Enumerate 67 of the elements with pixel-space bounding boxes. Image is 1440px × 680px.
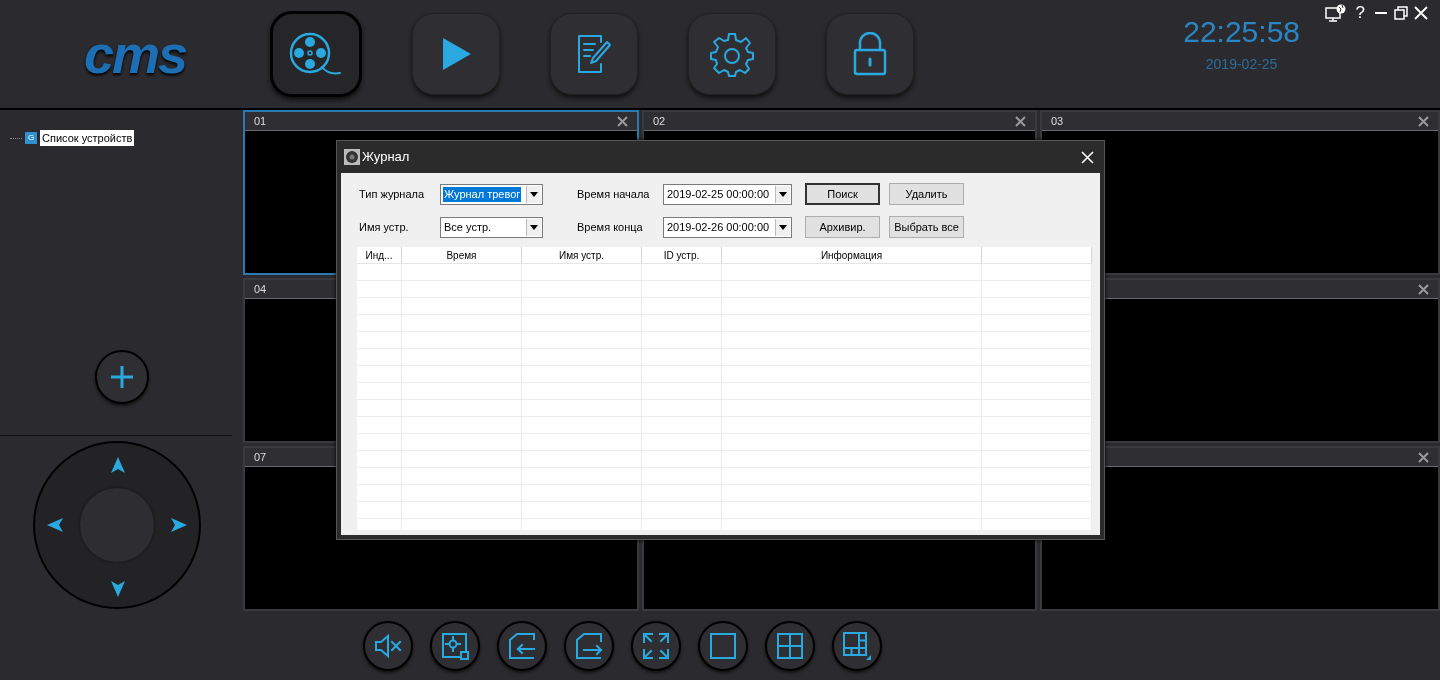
down-arrow-icon[interactable] <box>110 580 125 597</box>
multi-view-icon <box>842 630 872 661</box>
column-header[interactable]: ID устр. <box>642 247 722 263</box>
dialog-button[interactable]: Выбрать все <box>889 216 964 238</box>
dialog-button[interactable]: Поиск <box>805 183 880 205</box>
cell-number: 03 <box>1051 113 1064 129</box>
logo: cms <box>83 27 187 81</box>
nav-button[interactable] <box>688 13 776 95</box>
dropdown[interactable]: 2019-02-26 00:00:00 <box>663 216 792 238</box>
video-cell[interactable] <box>1040 446 1440 611</box>
plus-icon <box>109 365 134 389</box>
left-arrow-icon[interactable] <box>46 517 63 532</box>
column-header[interactable]: Инд... <box>357 247 402 263</box>
toolbar-button[interactable] <box>430 620 480 671</box>
toolbar-button[interactable] <box>631 620 681 671</box>
dialog-button[interactable]: Архивир. <box>805 216 880 238</box>
toolbar-button[interactable] <box>698 620 748 671</box>
up-arrow-icon[interactable] <box>110 456 125 473</box>
column-header[interactable]: Имя устр. <box>522 247 642 263</box>
clock-date: 2019-02-25 <box>1205 54 1278 74</box>
tree-item[interactable]: Список устройств <box>40 130 135 146</box>
cell-number: 07 <box>254 449 267 465</box>
add-button[interactable] <box>94 350 149 404</box>
column-header[interactable]: Информация <box>722 247 982 263</box>
nav-button[interactable] <box>270 11 362 97</box>
toolbar-button[interactable] <box>497 620 547 671</box>
single-view-icon <box>708 630 738 661</box>
fullscreen-icon <box>641 630 671 661</box>
group-badge-icon: G <box>25 132 37 144</box>
toolbar-button[interactable] <box>564 620 614 671</box>
column-header[interactable]: Время <box>402 247 522 263</box>
dialog-button[interactable]: Удалить <box>889 183 964 205</box>
restore-icon[interactable] <box>1394 6 1408 20</box>
field-label: Тип журнала <box>358 186 426 202</box>
cell-number: 02 <box>653 113 666 129</box>
film-reel-icon <box>288 31 344 77</box>
nav-button[interactable] <box>412 13 500 95</box>
dialog-title: Журнал <box>362 148 410 167</box>
dropdown[interactable]: 2019-02-25 00:00:00 <box>663 183 792 205</box>
field-label: Имя устр. <box>358 219 410 235</box>
right-arrow-icon[interactable] <box>170 517 187 532</box>
document-pencil-icon <box>577 34 611 74</box>
dropdown[interactable]: Все устр. <box>440 216 543 238</box>
toolbar-button[interactable] <box>363 620 413 671</box>
dialog-app-icon <box>344 149 360 165</box>
field-label: Время конца <box>576 219 644 235</box>
nav-button[interactable] <box>550 13 638 95</box>
cell-number: 01 <box>254 113 267 129</box>
toolbar-button[interactable] <box>832 620 882 671</box>
crosshair-frame-icon <box>440 630 470 661</box>
monitor-globe-icon <box>1324 4 1347 22</box>
export-icon <box>574 630 604 661</box>
import-icon <box>507 630 537 661</box>
dropdown-value: Все устр. <box>443 219 493 235</box>
dropdown[interactable]: Журнал тревог <box>440 183 543 205</box>
toolbar-button[interactable] <box>765 620 815 671</box>
cell-number: 04 <box>254 281 267 297</box>
dropdown-value: 2019-02-25 00:00:00 <box>666 186 771 202</box>
lock-icon <box>852 32 888 76</box>
dropdown-value: Журнал тревог <box>443 186 522 202</box>
help-button[interactable]: ? <box>1352 4 1368 22</box>
clock-time: 22:25:58 <box>1183 13 1300 50</box>
dropdown-value: 2019-02-26 00:00:00 <box>666 219 771 235</box>
field-label: Время начала <box>576 186 651 202</box>
settings-icon <box>709 31 755 77</box>
quad-view-icon <box>775 630 805 661</box>
nav-button[interactable] <box>826 13 914 95</box>
